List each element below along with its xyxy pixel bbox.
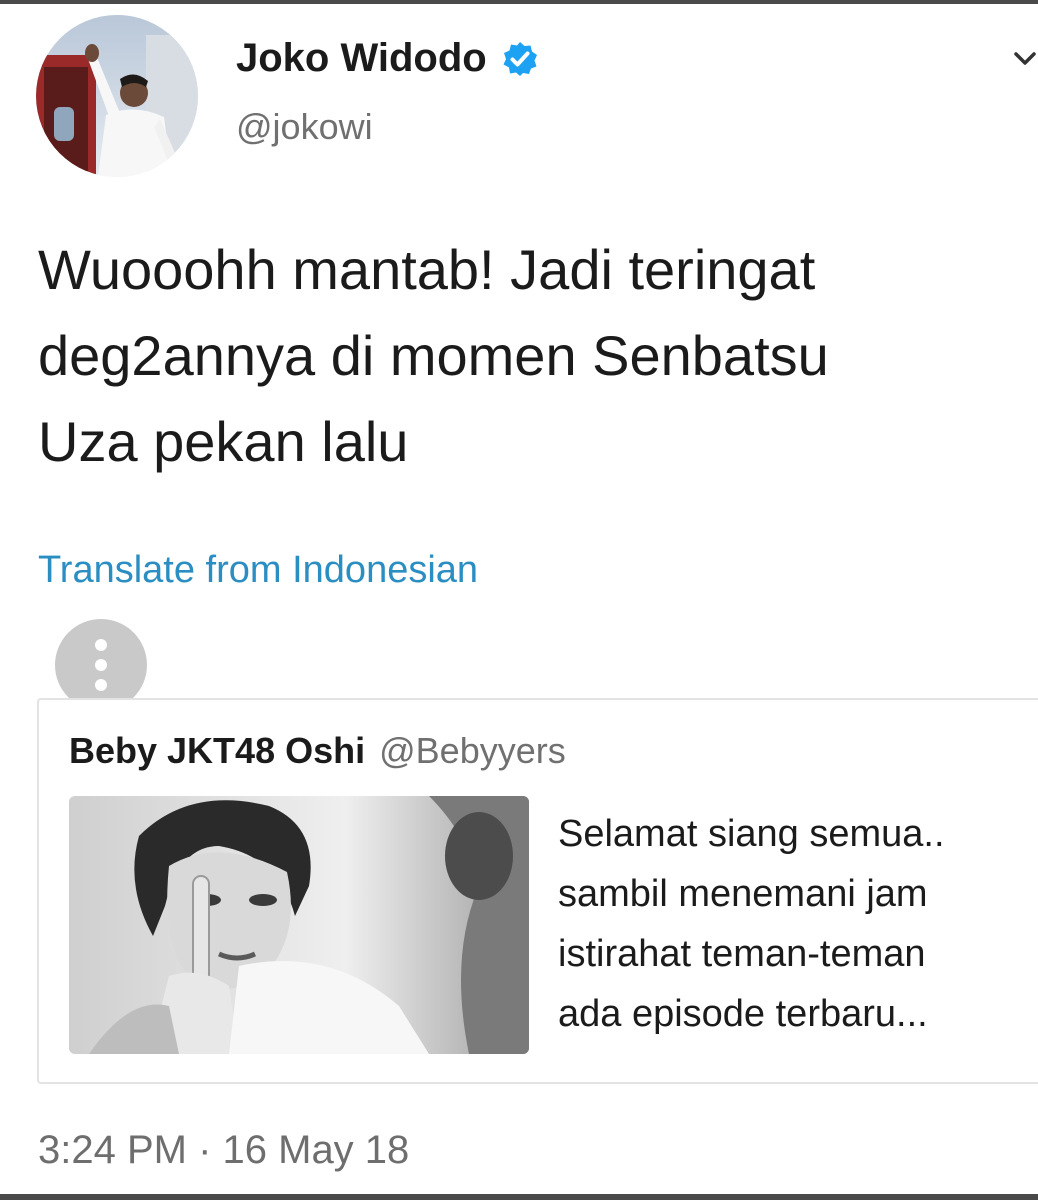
author-handle[interactable]: @jokowi bbox=[236, 106, 373, 148]
author-name-text[interactable]: Joko Widodo bbox=[236, 36, 487, 81]
quoted-text-line: istirahat teman-teman bbox=[558, 933, 926, 975]
chevron-down-icon[interactable] bbox=[1012, 46, 1038, 72]
verified-badge-icon bbox=[501, 40, 539, 78]
quoted-author-name: Beby JKT48 Oshi bbox=[69, 730, 366, 771]
quoted-tweet-card[interactable]: Beby JKT48 Oshi @Bebyyers Selamat siang … bbox=[37, 698, 1038, 1084]
ellipsis-dot bbox=[95, 639, 107, 651]
translate-link[interactable]: Translate from Indonesian bbox=[38, 549, 478, 592]
quoted-text-line: ada episode terbaru... bbox=[558, 993, 928, 1035]
author-display-name[interactable]: Joko Widodo bbox=[236, 36, 539, 81]
screenshot-frame-top bbox=[0, 0, 1038, 4]
quoted-tweet-image[interactable] bbox=[69, 796, 529, 1054]
quoted-tweet-text: Selamat siang semua.. sambil menemani ja… bbox=[558, 804, 945, 1044]
screenshot-frame-bottom bbox=[0, 1194, 1038, 1200]
quoted-text-line: sambil menemani jam bbox=[558, 873, 928, 915]
ellipsis-dot bbox=[95, 659, 107, 671]
tweet-text-line: Wuooohh mantab! Jadi teringat bbox=[38, 238, 816, 301]
ellipsis-dot bbox=[95, 679, 107, 691]
tweet-text-line: Uza pekan lalu bbox=[38, 410, 409, 473]
tweet-timestamp[interactable]: 3:24 PM · 16 May 18 bbox=[38, 1128, 409, 1173]
tweet-body: Wuooohh mantab! Jadi teringat deg2annya … bbox=[38, 227, 1018, 485]
tweet-text-line: deg2annya di momen Senbatsu bbox=[38, 324, 829, 387]
quoted-author-handle: @Bebyyers bbox=[379, 730, 566, 771]
quoted-text-line: Selamat siang semua.. bbox=[558, 813, 945, 855]
author-avatar[interactable] bbox=[36, 15, 198, 177]
quoted-tweet-header: Beby JKT48 Oshi @Bebyyers bbox=[69, 730, 566, 772]
